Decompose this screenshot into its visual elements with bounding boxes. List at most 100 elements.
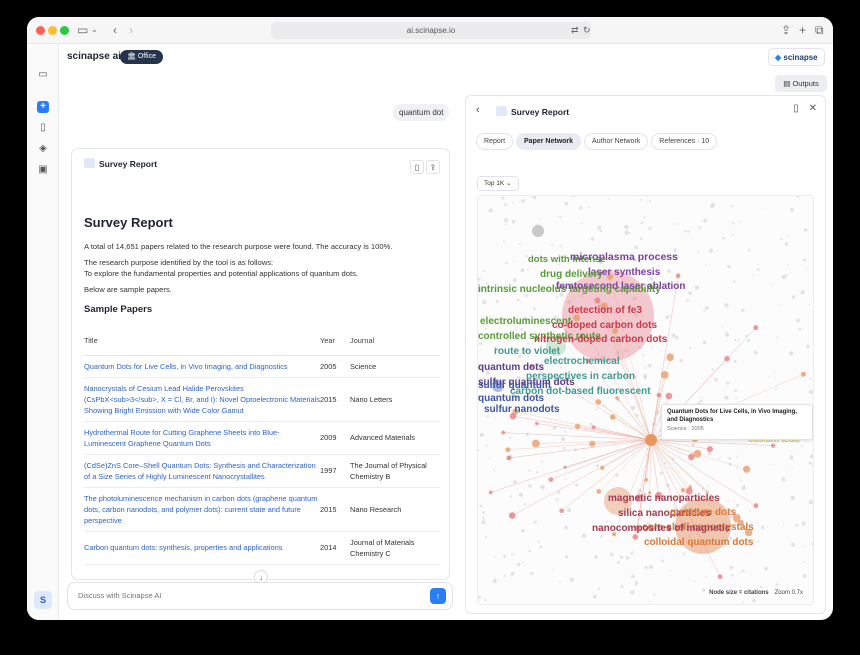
network-node[interactable] [780, 237, 783, 241]
network-node[interactable] [597, 587, 601, 590]
network-node[interactable] [735, 503, 740, 508]
close-icon[interactable]: ✕ [809, 103, 817, 114]
network-node[interactable] [478, 449, 480, 451]
network-node[interactable] [704, 306, 709, 310]
network-node[interactable] [559, 581, 561, 583]
paper-title-link[interactable]: Hydrothermal Route for Cutting Graphene … [84, 428, 280, 448]
network-node[interactable] [564, 478, 566, 480]
network-node[interactable] [724, 395, 729, 400]
network-node[interactable] [768, 376, 770, 378]
network-node[interactable] [649, 600, 651, 602]
network-node[interactable] [630, 590, 635, 595]
network-node[interactable] [805, 268, 808, 270]
network-node[interactable] [733, 280, 736, 283]
tab-author-network[interactable]: Author Network [584, 133, 649, 150]
network-node[interactable] [802, 574, 807, 578]
network-node[interactable] [599, 229, 603, 232]
network-node[interactable] [693, 449, 702, 458]
network-node[interactable] [641, 221, 644, 224]
network-node[interactable] [489, 457, 491, 459]
network-node[interactable] [811, 465, 813, 467]
network-node[interactable] [653, 593, 656, 596]
network-node[interactable] [763, 208, 765, 210]
network-node[interactable] [503, 574, 506, 577]
network-node[interactable] [808, 384, 810, 386]
network-node[interactable] [555, 295, 559, 299]
new-chat-button[interactable]: + [37, 101, 49, 113]
share-icon[interactable]: ⇪ [781, 22, 791, 38]
network-node[interactable] [800, 376, 803, 379]
selected-node[interactable] [645, 434, 657, 446]
outputs-button[interactable]: ▤ Outputs [775, 75, 827, 92]
network-node[interactable] [665, 315, 670, 319]
contacts-icon[interactable]: ▣ [37, 164, 49, 176]
network-node[interactable] [527, 342, 530, 345]
network-node[interactable] [801, 444, 804, 447]
network-node[interactable] [620, 584, 624, 588]
network-node[interactable] [767, 526, 769, 528]
network-node[interactable] [779, 303, 781, 305]
network-node[interactable] [800, 290, 805, 295]
translate-icon[interactable]: ⇄ [571, 22, 579, 38]
network-node[interactable] [486, 444, 489, 447]
network-node[interactable] [791, 468, 793, 470]
network-node[interactable] [594, 555, 598, 559]
network-node[interactable] [669, 314, 671, 317]
network-node[interactable] [617, 561, 621, 565]
network-node[interactable] [804, 545, 806, 547]
network-node[interactable] [578, 206, 583, 210]
reload-icon[interactable]: ↻ [583, 22, 591, 38]
network-node[interactable] [736, 455, 739, 458]
network-node[interactable] [811, 542, 814, 546]
network-node[interactable] [747, 339, 751, 343]
network-node[interactable] [593, 594, 597, 599]
network-node[interactable] [667, 269, 671, 273]
network-node[interactable] [771, 284, 774, 286]
network-node[interactable] [478, 277, 481, 282]
topk-select[interactable]: Top 1K ⌄ [477, 176, 519, 191]
network-node[interactable] [478, 342, 482, 345]
network-node[interactable] [775, 583, 779, 586]
network-node[interactable] [589, 422, 593, 426]
avatar[interactable]: S [34, 591, 52, 609]
tab-references[interactable]: References · 10 [651, 133, 718, 150]
network-node[interactable] [714, 377, 718, 382]
network-node[interactable] [790, 207, 794, 212]
network-node[interactable] [569, 577, 574, 582]
network-node[interactable] [735, 397, 738, 400]
network-node[interactable] [482, 517, 485, 520]
network-node[interactable] [539, 545, 543, 549]
network-node[interactable] [718, 457, 721, 460]
network-node[interactable] [637, 488, 642, 493]
network-canvas[interactable]: microplasma processdots with intenselase… [478, 196, 814, 605]
network-node[interactable] [648, 226, 652, 230]
minimize-window-button[interactable] [48, 26, 57, 35]
network-node[interactable] [689, 346, 692, 350]
network-node[interactable] [483, 598, 487, 602]
network-node[interactable] [795, 318, 800, 323]
network-node[interactable] [803, 561, 806, 564]
network-node[interactable] [512, 201, 515, 204]
network-node[interactable] [808, 499, 813, 505]
network-node[interactable] [746, 250, 749, 252]
network-node[interactable] [809, 377, 812, 380]
network-node[interactable] [680, 487, 686, 493]
network-node[interactable] [798, 327, 802, 331]
network-node[interactable] [675, 335, 679, 340]
chat-input[interactable] [78, 591, 398, 600]
paper-title-link[interactable]: Carbon quantum dots: synthesis, properti… [84, 543, 282, 552]
close-window-button[interactable] [36, 26, 45, 35]
network-node[interactable] [528, 549, 531, 553]
network-node[interactable] [730, 573, 734, 577]
bookmark-icon[interactable]: ▯ [410, 160, 424, 174]
network-node[interactable] [728, 457, 732, 460]
bookmark-icon[interactable]: ▯ [793, 103, 799, 114]
network-node[interactable] [548, 477, 554, 482]
network-node[interactable] [522, 561, 525, 564]
network-node[interactable] [785, 274, 788, 277]
network-node[interactable] [521, 529, 525, 533]
network-node[interactable] [661, 330, 664, 333]
network-node[interactable] [710, 205, 714, 209]
network-node[interactable] [651, 345, 654, 348]
network-node[interactable] [619, 555, 623, 559]
